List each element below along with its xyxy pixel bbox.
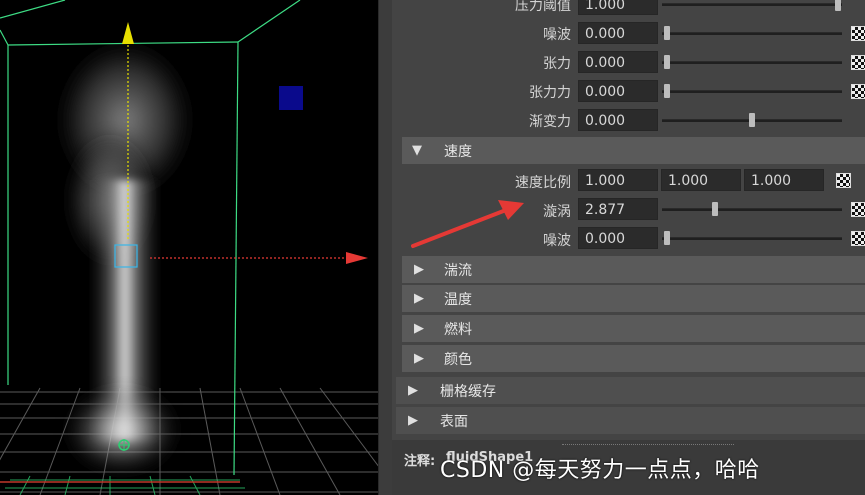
- velocity-scale-y-field[interactable]: 1.000: [661, 169, 741, 191]
- velocity-scale-map-button[interactable]: [836, 173, 851, 188]
- expand-triangle-icon: ▼: [412, 143, 422, 158]
- section-color[interactable]: ▶ 颜色: [402, 345, 865, 372]
- velocity-noise-slider-track[interactable]: [662, 237, 842, 240]
- velocity-noise-map-button[interactable]: [851, 231, 865, 246]
- viewport-scene: [0, 0, 378, 495]
- swirl-slider-handle[interactable]: [712, 202, 718, 216]
- section-surface-title: 表面: [440, 414, 468, 430]
- velocity-scale-label: 速度比例: [515, 175, 571, 191]
- note-label: 注释:: [404, 454, 436, 469]
- row-gradient-force: 渐变力 0.000: [392, 107, 865, 133]
- noise-top-slider-track[interactable]: [662, 32, 842, 35]
- section-fuel[interactable]: ▶ 燃料: [402, 315, 865, 342]
- pressure-threshold-field[interactable]: 1.000: [578, 0, 658, 15]
- section-temperature[interactable]: ▶ 温度: [402, 285, 865, 312]
- collapse-triangle-icon: ▶: [414, 351, 424, 366]
- noise-top-field[interactable]: 0.000: [578, 22, 658, 44]
- row-velocity-scale: 速度比例 1.000 1.000 1.000: [392, 168, 865, 194]
- velocity-noise-label: 噪波: [543, 233, 571, 249]
- y-axis-arrowhead: [122, 22, 134, 44]
- collapse-triangle-icon: ▶: [414, 321, 424, 336]
- tension-slider-track[interactable]: [662, 61, 842, 64]
- velocity-noise-slider-handle[interactable]: [664, 231, 670, 245]
- tension-force-map-button[interactable]: [851, 84, 865, 99]
- velocity-scale-z-field[interactable]: 1.000: [744, 169, 824, 191]
- noise-top-slider-handle[interactable]: [664, 26, 670, 40]
- section-fuel-title: 燃料: [444, 322, 472, 338]
- row-tension-force: 张力力 0.000: [392, 78, 865, 104]
- section-color-title: 颜色: [444, 352, 472, 368]
- velocity-noise-field[interactable]: 0.000: [578, 227, 658, 249]
- gradient-force-slider-handle[interactable]: [749, 113, 755, 127]
- collapse-triangle-icon: ▶: [408, 383, 418, 398]
- watermark: CSDN @每天努力一点点，哈哈: [440, 458, 760, 483]
- tension-force-label: 张力力: [529, 85, 571, 101]
- tension-force-slider-handle[interactable]: [664, 84, 670, 98]
- viewport-3d[interactable]: [0, 0, 378, 495]
- tension-force-slider-track[interactable]: [662, 90, 842, 93]
- pressure-threshold-label: 压力阈值: [515, 0, 571, 14]
- section-grid-cache[interactable]: ▶ 栅格缓存: [396, 377, 865, 404]
- section-velocity[interactable]: ▼ 速度: [402, 137, 865, 164]
- velocity-scale-x-field[interactable]: 1.000: [578, 169, 658, 191]
- section-velocity-title: 速度: [444, 144, 472, 160]
- row-swirl: 漩涡 2.877: [392, 197, 865, 223]
- section-grid-cache-title: 栅格缓存: [440, 384, 496, 400]
- panel-splitter[interactable]: [378, 0, 393, 495]
- pressure-threshold-slider-handle[interactable]: [835, 0, 841, 11]
- noise-top-map-button[interactable]: [851, 26, 865, 41]
- pressure-threshold-slider-track[interactable]: [662, 3, 842, 6]
- tension-map-button[interactable]: [851, 55, 865, 70]
- section-turbulence[interactable]: ▶ 湍流: [402, 256, 865, 283]
- collapse-triangle-icon: ▶: [414, 262, 424, 277]
- blue-marker: [279, 86, 303, 110]
- gradient-force-label: 渐变力: [529, 114, 571, 130]
- section-turbulence-title: 湍流: [444, 263, 472, 279]
- noise-top-label: 噪波: [543, 27, 571, 43]
- swirl-field[interactable]: 2.877: [578, 198, 658, 220]
- tension-force-field[interactable]: 0.000: [578, 80, 658, 102]
- resize-handle[interactable]: [562, 444, 734, 445]
- tension-field[interactable]: 0.000: [578, 51, 658, 73]
- gradient-force-field[interactable]: 0.000: [578, 109, 658, 131]
- tension-slider-handle[interactable]: [664, 55, 670, 69]
- tension-label: 张力: [543, 56, 571, 72]
- attribute-editor: 压力阈值 1.000 噪波 0.000 张力 0.000 张力力 0.000 渐…: [392, 0, 865, 495]
- section-temperature-title: 温度: [444, 292, 472, 308]
- row-noise-top: 噪波 0.000: [392, 20, 865, 46]
- x-axis-arrowhead: [346, 252, 368, 264]
- row-tension: 张力 0.000: [392, 49, 865, 75]
- swirl-label: 漩涡: [543, 204, 571, 220]
- smoke-plume: [53, 35, 197, 475]
- swirl-slider-track[interactable]: [662, 208, 842, 211]
- collapse-triangle-icon: ▶: [408, 413, 418, 428]
- row-velocity-noise: 噪波 0.000: [392, 226, 865, 252]
- swirl-map-button[interactable]: [851, 202, 865, 217]
- section-surface[interactable]: ▶ 表面: [396, 407, 865, 434]
- floor-grid: [0, 387, 378, 495]
- collapse-triangle-icon: ▶: [414, 291, 424, 306]
- row-pressure-threshold: 压力阈值 1.000: [392, 0, 865, 17]
